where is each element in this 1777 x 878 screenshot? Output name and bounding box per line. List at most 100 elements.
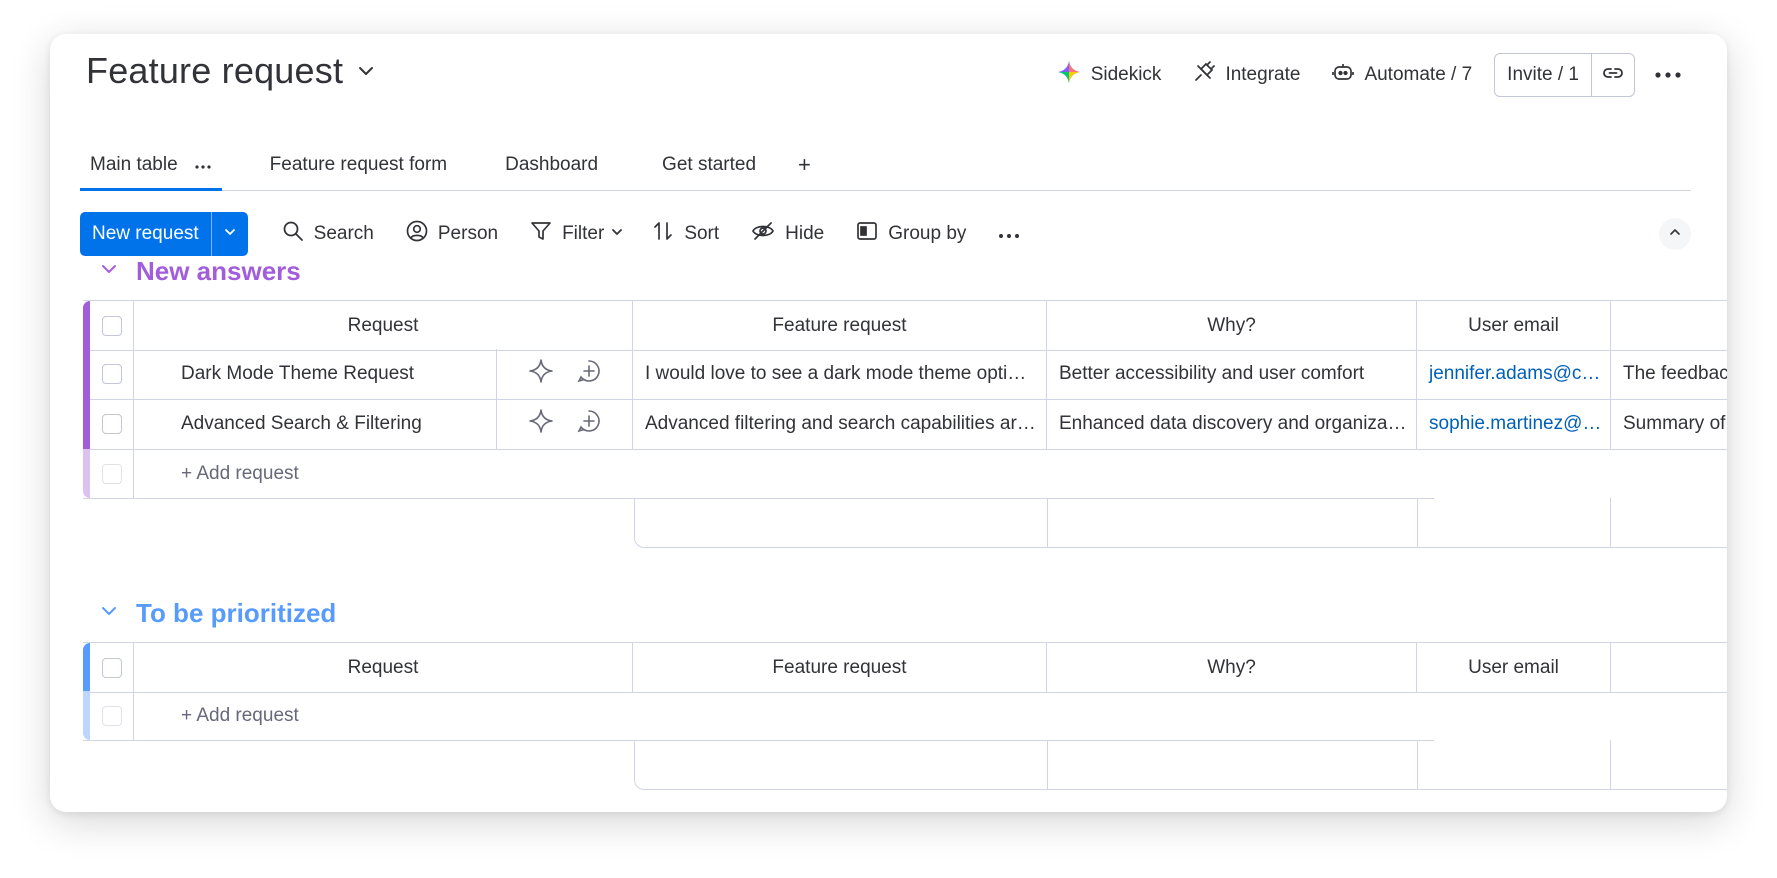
hide-button[interactable]: Hide — [735, 212, 840, 256]
invite-group: Invite / 1 — [1494, 53, 1635, 97]
summary-footer-cell — [1048, 498, 1418, 547]
why-cell[interactable]: Enhanced data discovery and organiza… — [1047, 399, 1417, 449]
summary-cell[interactable]: The feedbac — [1611, 349, 1727, 399]
toolbar-more-button[interactable] — [982, 212, 1036, 256]
tab-label: Dashboard — [505, 154, 599, 175]
sort-label: Sort — [684, 223, 720, 244]
automate-button[interactable]: Automate / 7 — [1316, 53, 1488, 97]
tab-get-started[interactable]: Get started — [652, 154, 766, 190]
group-title[interactable]: New answers — [136, 256, 301, 287]
group-collapse-chevron-icon[interactable] — [100, 602, 118, 625]
group-summary-footer — [634, 498, 1727, 548]
summary-cell[interactable]: Summary of — [1611, 399, 1727, 449]
tab-label: Feature request form — [269, 154, 448, 175]
ai-sparkle-icon[interactable] — [528, 358, 554, 390]
column-header-summary[interactable] — [1611, 643, 1727, 692]
copy-link-button[interactable] — [1592, 54, 1634, 96]
tab-label: Get started — [662, 154, 757, 175]
group-color-bar — [83, 349, 90, 399]
tab-menu-dots-icon[interactable] — [194, 154, 212, 176]
group-by-icon — [856, 220, 878, 248]
group-color-bar — [83, 691, 90, 740]
column-header-feature-request[interactable]: Feature request — [633, 301, 1047, 350]
add-update-icon[interactable] — [576, 358, 602, 390]
add-view-button[interactable]: + — [798, 152, 811, 190]
search-icon — [282, 220, 304, 248]
board-window: Feature request Sidekick Integrate Autom… — [50, 34, 1727, 812]
sidekick-button[interactable]: Sidekick — [1041, 52, 1178, 98]
automate-label: Automate / 7 — [1364, 64, 1473, 85]
new-request-dropdown-button[interactable] — [210, 212, 248, 256]
more-options-button[interactable] — [1649, 60, 1687, 90]
chevron-up-icon — [1669, 225, 1681, 243]
request-name-cell[interactable]: Dark Mode Theme Request — [134, 349, 497, 399]
new-request-split-button: New request — [80, 212, 248, 256]
tab-main-table[interactable]: Main table — [80, 154, 222, 191]
column-header-why[interactable]: Why? — [1047, 301, 1417, 350]
select-all-cell — [90, 643, 134, 692]
add-request-input[interactable]: + Add request — [134, 691, 1434, 740]
tab-dashboard[interactable]: Dashboard — [495, 154, 608, 190]
row-checkbox[interactable] — [101, 364, 122, 384]
filter-funnel-icon — [530, 220, 552, 248]
column-header-why[interactable]: Why? — [1047, 643, 1417, 692]
summary-footer-cell — [1418, 740, 1612, 789]
link-icon — [1602, 62, 1624, 89]
column-header-feature-request[interactable]: Feature request — [633, 643, 1047, 692]
request-name-cell[interactable]: Advanced Search & Filtering — [134, 399, 497, 449]
sidekick-label: Sidekick — [1090, 64, 1162, 85]
why-cell[interactable]: Better accessibility and user comfort — [1047, 349, 1417, 399]
add-row-select-cell — [90, 449, 134, 498]
hide-label: Hide — [785, 223, 825, 244]
sort-arrows-icon — [652, 220, 674, 248]
summary-footer-cell — [1611, 740, 1727, 789]
select-all-checkbox[interactable] — [101, 315, 122, 336]
table-row: Advanced Search & Filtering Advanced fil… — [83, 399, 1727, 450]
add-update-icon[interactable] — [576, 408, 602, 440]
plus-icon: + — [798, 152, 811, 177]
new-request-button[interactable]: New request — [80, 212, 211, 256]
group-color-bar — [83, 449, 90, 498]
person-filter-button[interactable]: Person — [390, 212, 514, 256]
search-button[interactable]: Search — [266, 212, 390, 256]
group-collapse-chevron-icon[interactable] — [100, 260, 118, 283]
column-header-request[interactable]: Request — [134, 301, 633, 350]
invite-button[interactable]: Invite / 1 — [1495, 54, 1592, 96]
column-header-summary[interactable] — [1611, 301, 1727, 350]
select-all-cell — [90, 301, 134, 350]
search-label: Search — [313, 223, 374, 244]
group-color-bar — [83, 301, 90, 350]
integrate-button[interactable]: Integrate — [1177, 53, 1316, 97]
sort-button[interactable]: Sort — [636, 212, 735, 256]
row-checkbox[interactable] — [101, 414, 122, 434]
filter-button[interactable]: Filter — [514, 212, 620, 256]
summary-footer-cell — [1611, 498, 1727, 547]
feature-request-cell[interactable]: I would love to see a dark mode theme op… — [633, 349, 1047, 399]
table-header-row: Request Feature request Why? User email — [83, 642, 1727, 693]
ai-sparkle-icon[interactable] — [528, 408, 554, 440]
column-header-request[interactable]: Request — [134, 643, 633, 692]
collapse-header-button[interactable] — [1659, 218, 1691, 250]
tab-feature-request-form[interactable]: Feature request form — [260, 154, 457, 190]
user-email-cell[interactable]: sophie.martinez@… — [1417, 399, 1611, 449]
group-by-button[interactable]: Group by — [840, 212, 982, 256]
user-email-cell[interactable]: jennifer.adams@c… — [1417, 349, 1611, 399]
board-toolbar: New request Search Person Filter Sort Hi… — [80, 212, 1036, 256]
chevron-down-icon — [610, 225, 624, 244]
add-request-input[interactable]: + Add request — [134, 449, 1434, 498]
board-title[interactable]: Feature request — [86, 50, 343, 92]
summary-footer-cell — [1418, 498, 1612, 547]
view-tabs: Main table Feature request form Dashboar… — [80, 114, 1691, 191]
row-actions-cell — [497, 349, 633, 399]
feature-request-cell[interactable]: Advanced filtering and search capabiliti… — [633, 399, 1047, 449]
group-title[interactable]: To be prioritized — [136, 598, 336, 629]
summary-footer-cell — [1048, 740, 1418, 789]
column-header-user-email[interactable]: User email — [1417, 643, 1611, 692]
filter-label: Filter — [562, 223, 605, 244]
plug-icon — [1193, 61, 1216, 89]
filter-dropdown-button[interactable] — [610, 225, 636, 244]
select-all-checkbox[interactable] — [101, 657, 122, 678]
chevron-down-icon[interactable] — [357, 61, 377, 81]
header-actions: Sidekick Integrate Automate / 7 Invite /… — [1041, 52, 1687, 98]
column-header-user-email[interactable]: User email — [1417, 301, 1611, 350]
